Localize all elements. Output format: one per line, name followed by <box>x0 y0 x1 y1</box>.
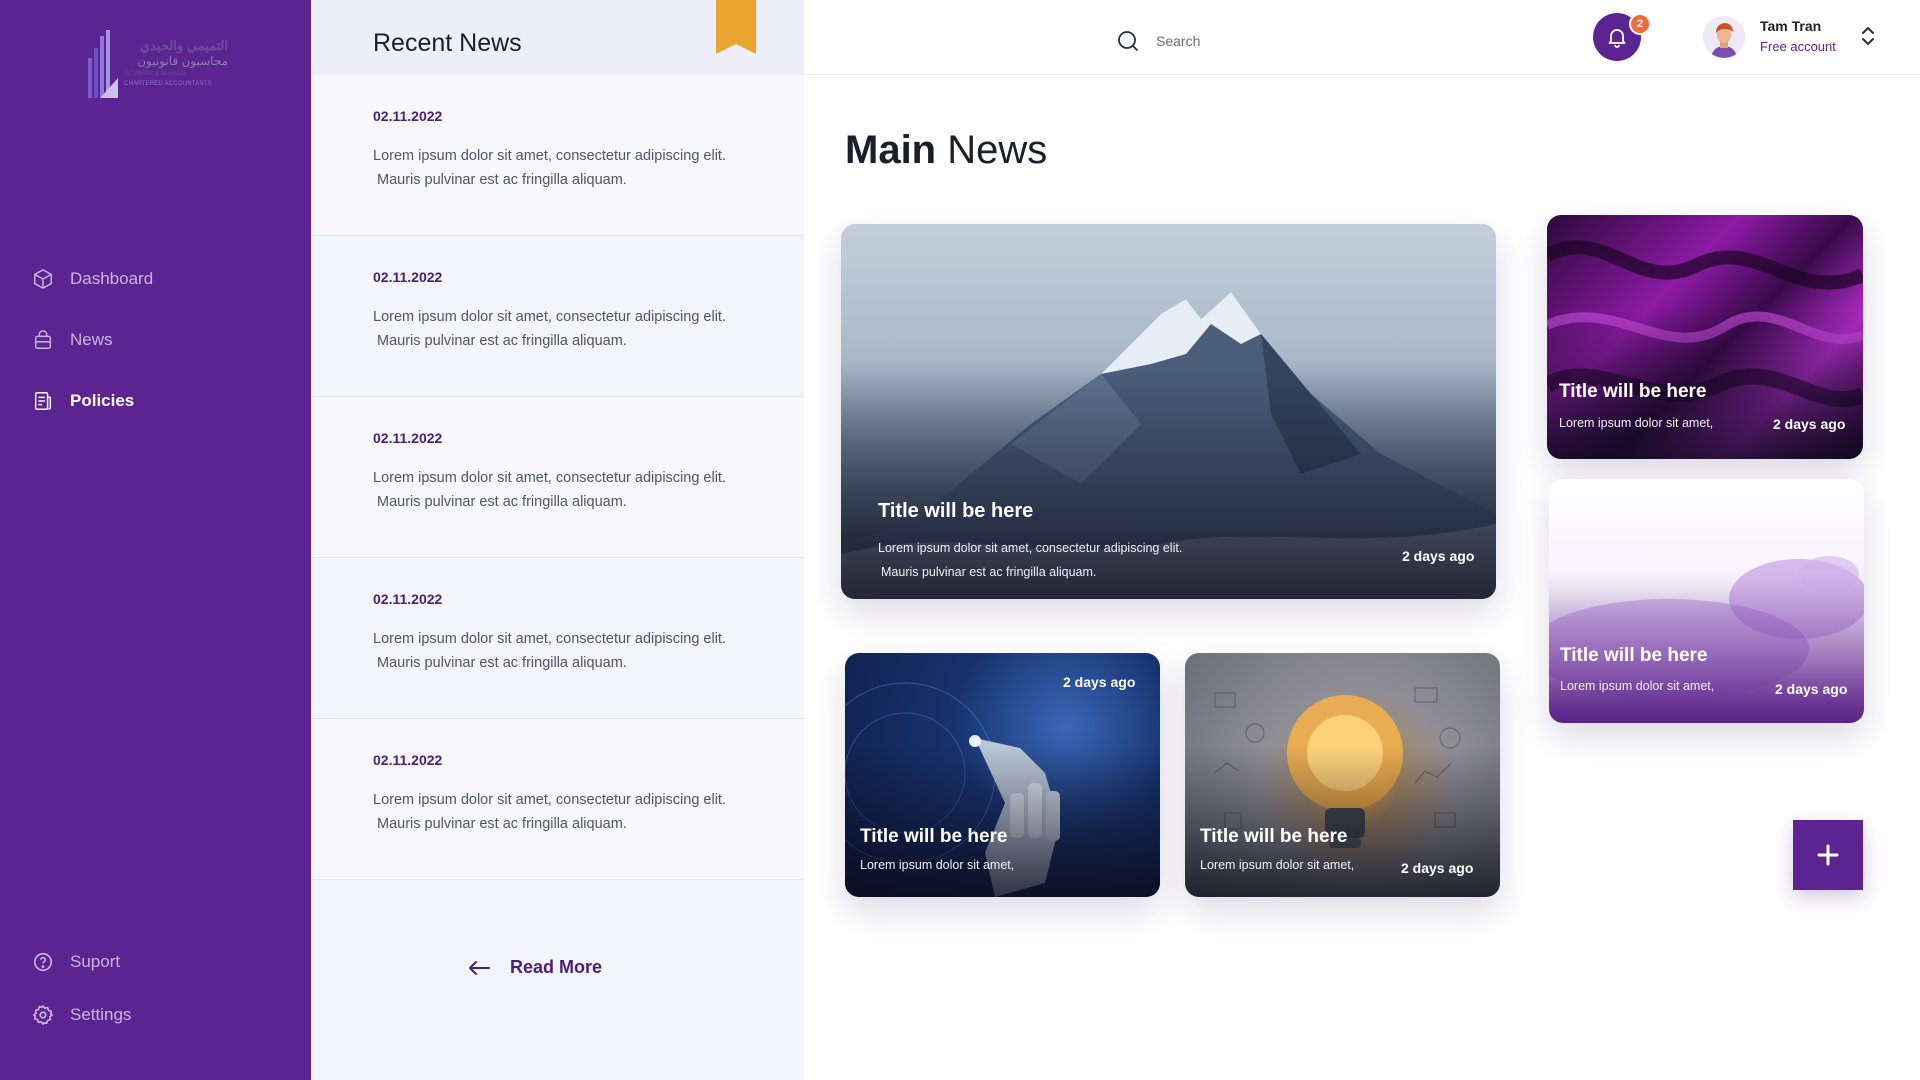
recent-news-item[interactable]: 02.11.2022 Lorem ipsum dolor sit amet, c… <box>311 236 804 397</box>
news-summary-line: Lorem ipsum dolor sit amet, consectetur … <box>373 792 726 808</box>
sidebar-item-label: Dashboard <box>70 268 154 288</box>
chevron-up-down-icon[interactable] <box>1860 25 1876 47</box>
news-card-summary: Lorem ipsum dolor sit amet, <box>1560 679 1715 693</box>
news-card[interactable]: Title will be here Lorem ipsum dolor sit… <box>1185 653 1500 897</box>
news-summary: Lorem ipsum dolor sit amet, consectetur … <box>373 466 783 514</box>
news-card-time: 2 days ago <box>1773 416 1846 432</box>
read-more-button[interactable]: Read More <box>468 957 602 978</box>
user-plan: Free account <box>1760 39 1836 54</box>
notification-count-badge: 2 <box>1629 13 1651 35</box>
bell-icon <box>1608 29 1626 48</box>
sidebar-item-settings[interactable]: Settings <box>32 988 131 1041</box>
logo-arabic-name: التميمي والحيدي <box>139 38 228 53</box>
news-card-time: 2 days ago <box>1402 548 1475 564</box>
news-card-summary: Lorem ipsum dolor sit amet, <box>1200 858 1355 872</box>
news-summary: Lorem ipsum dolor sit amet, consectetur … <box>373 144 783 192</box>
company-logo[interactable]: التميمي والحيدي محاسبون قانونيون ALTAMIM… <box>88 30 228 102</box>
news-summary-line: Lorem ipsum dolor sit amet, consectetur … <box>373 470 726 486</box>
bag-icon <box>32 329 54 351</box>
page-title-rest: News <box>936 128 1048 172</box>
featured-news-card[interactable]: Title will be here Lorem ipsum dolor sit… <box>841 224 1496 599</box>
news-card-summary: Lorem ipsum dolor sit amet, <box>1559 416 1714 430</box>
news-summary-line: Mauris pulvinar est ac fringilla aliquam… <box>377 655 627 671</box>
logo-english-subtitle: CHARTERED ACCOUNTANTS <box>124 81 212 87</box>
news-summary-line: Lorem ipsum dolor sit amet, consectetur … <box>373 148 726 164</box>
news-card-title: Title will be here <box>1559 381 1707 402</box>
news-card[interactable]: 2 days ago Title will be here Lorem ipsu… <box>845 653 1160 897</box>
news-summary: Lorem ipsum dolor sit amet, consectetur … <box>373 627 783 675</box>
news-card-summary-line: Lorem ipsum dolor sit amet, consectetur … <box>878 541 1183 555</box>
search-icon[interactable] <box>1116 29 1140 53</box>
news-summary-line: Mauris pulvinar est ac fringilla aliquam… <box>377 172 627 188</box>
news-date: 02.11.2022 <box>373 269 443 285</box>
sidebar-item-dashboard[interactable]: Dashboard <box>32 248 153 309</box>
sidebar-item-label: News <box>70 329 113 349</box>
search-input[interactable] <box>1156 33 1356 49</box>
page-title-bold: Main <box>845 128 937 172</box>
gear-icon <box>32 1004 54 1026</box>
logo-arabic-subtitle: محاسبون قانونيون <box>137 54 228 68</box>
page-title: Main News <box>845 128 1047 173</box>
logo-bars-icon <box>88 30 118 98</box>
recent-news-header: Recent News <box>311 0 804 75</box>
avatar[interactable] <box>1703 16 1745 58</box>
news-card-title: Title will be here <box>1200 826 1348 847</box>
search-bar <box>1116 29 1356 53</box>
news-summary-line: Mauris pulvinar est ac fringilla aliquam… <box>377 333 627 349</box>
arrow-left-icon <box>469 960 490 975</box>
news-card-title: Title will be here <box>878 500 1034 522</box>
news-card-title: Title will be here <box>860 826 1008 847</box>
read-more-label: Read More <box>510 957 603 977</box>
logo-english-name: ALTAMIMI & ALHAIDI <box>124 71 186 77</box>
sidebar: التميمي والحيدي محاسبون قانونيون ALTAMIM… <box>0 0 311 1080</box>
news-date: 02.11.2022 <box>373 591 443 607</box>
cube-icon <box>32 268 54 290</box>
news-card[interactable]: Title will be here Lorem ipsum dolor sit… <box>1549 479 1864 723</box>
news-summary: Lorem ipsum dolor sit amet, consectetur … <box>373 788 783 836</box>
news-summary-line: Lorem ipsum dolor sit amet, consectetur … <box>373 631 726 647</box>
news-summary-line: Mauris pulvinar est ac fringilla aliquam… <box>377 494 627 510</box>
sidebar-item-label: Suport <box>70 951 121 971</box>
news-summary-line: Lorem ipsum dolor sit amet, consectetur … <box>373 309 726 325</box>
logo-wordmark: التميمي والحيدي محاسبون قانونيون ALTAMIM… <box>124 38 228 89</box>
bookmark-icon[interactable] <box>716 0 756 54</box>
sidebar-bottom-nav: Suport Settings <box>32 935 131 1041</box>
recent-news-item[interactable]: 02.11.2022 Lorem ipsum dolor sit amet, c… <box>311 558 804 719</box>
sidebar-item-label: Policies <box>70 390 135 410</box>
news-date: 02.11.2022 <box>373 430 443 446</box>
sidebar-item-label: Settings <box>70 1004 132 1024</box>
plus-icon <box>1817 844 1839 866</box>
news-card-time: 2 days ago <box>1775 681 1848 697</box>
sidebar-item-news[interactable]: News <box>32 309 153 370</box>
recent-news-panel: Recent News 02.11.2022 Lorem ipsum dolor… <box>311 0 804 1080</box>
news-card-summary: Lorem ipsum dolor sit amet, consectetur … <box>878 536 1182 584</box>
recent-news-list: 02.11.2022 Lorem ipsum dolor sit amet, c… <box>311 75 804 880</box>
recent-news-item[interactable]: 02.11.2022 Lorem ipsum dolor sit amet, c… <box>311 75 804 236</box>
user-name: Tam Tran <box>1760 18 1822 34</box>
user-avatar-icon <box>1703 16 1745 58</box>
document-icon <box>32 390 54 412</box>
sidebar-nav: Dashboard News Policies <box>32 248 153 431</box>
news-card-title: Title will be here <box>1560 645 1708 666</box>
card-overlay <box>845 745 1160 897</box>
news-card[interactable]: Title will be here Lorem ipsum dolor sit… <box>1547 215 1863 459</box>
sidebar-item-support[interactable]: Suport <box>32 935 131 988</box>
news-card-time: 2 days ago <box>1063 674 1136 690</box>
sidebar-item-policies[interactable]: Policies <box>32 370 153 431</box>
help-circle-icon <box>32 951 54 973</box>
news-date: 02.11.2022 <box>373 108 443 124</box>
top-bar: 2 Tam Tran Free account <box>804 0 1920 75</box>
recent-news-item[interactable]: 02.11.2022 Lorem ipsum dolor sit amet, c… <box>311 719 804 880</box>
news-summary: Lorem ipsum dolor sit amet, consectetur … <box>373 305 783 353</box>
news-card-time: 2 days ago <box>1401 860 1474 876</box>
news-card-summary: Lorem ipsum dolor sit amet, <box>860 858 1015 872</box>
add-news-button[interactable] <box>1793 820 1863 890</box>
news-date: 02.11.2022 <box>373 752 443 768</box>
recent-news-item[interactable]: 02.11.2022 Lorem ipsum dolor sit amet, c… <box>311 397 804 558</box>
news-summary-line: Mauris pulvinar est ac fringilla aliquam… <box>377 816 627 832</box>
news-card-summary-line: Mauris pulvinar est ac fringilla aliquam… <box>881 565 1097 579</box>
recent-news-title: Recent News <box>373 29 522 57</box>
